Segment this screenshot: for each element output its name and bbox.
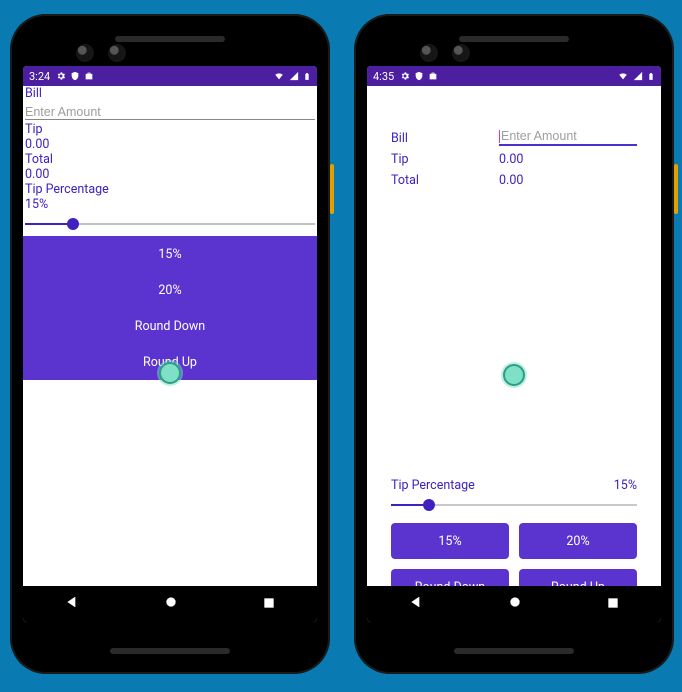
status-clock: 3:24	[29, 70, 50, 83]
shield-icon	[414, 71, 424, 81]
tip-label: Tip	[391, 152, 499, 167]
tip-slider[interactable]	[391, 497, 637, 513]
status-bar: 4:35	[367, 66, 661, 86]
slider-thumb[interactable]	[67, 218, 79, 230]
total-value: 0.00	[23, 167, 317, 182]
wifi-icon	[273, 71, 285, 81]
tip-percentage-label: Tip Percentage	[23, 182, 317, 197]
back-icon[interactable]	[408, 594, 424, 614]
wifi-icon	[617, 71, 629, 81]
button-round-up[interactable]: Round Up	[519, 569, 637, 586]
signal-icon	[289, 71, 299, 81]
button-stack: 15% 20% Round Down Round Up	[23, 236, 317, 380]
bill-label: Bill	[391, 131, 499, 146]
battery-icon	[647, 71, 655, 82]
bill-input[interactable]	[499, 129, 637, 144]
text-cursor-icon	[499, 130, 500, 143]
gear-icon	[400, 71, 410, 81]
bill-input-line[interactable]	[25, 101, 315, 120]
earpiece	[115, 36, 225, 42]
button-15pct[interactable]: 15%	[391, 523, 509, 559]
button-20pct[interactable]: 20%	[23, 272, 317, 308]
home-icon[interactable]	[507, 594, 523, 614]
button-20pct[interactable]: 20%	[519, 523, 637, 559]
battery-icon	[303, 71, 311, 82]
button-round-down[interactable]: Round Down	[391, 569, 509, 586]
button-round-down[interactable]: Round Down	[23, 308, 317, 344]
bill-input[interactable]	[25, 105, 315, 119]
status-bar: 3:24	[23, 66, 317, 86]
phone-frame-right: 4:35 Bill	[354, 14, 674, 674]
chin-bar	[454, 648, 574, 654]
gear-icon	[56, 71, 66, 81]
tip-slider[interactable]	[25, 216, 315, 232]
briefcase-icon	[428, 71, 438, 81]
tip-percentage-label: Tip Percentage	[391, 478, 475, 493]
tip-value: 0.00	[499, 152, 523, 167]
signal-icon	[633, 71, 643, 81]
back-icon[interactable]	[64, 594, 80, 614]
button-15pct[interactable]: 15%	[23, 236, 317, 272]
total-label: Total	[23, 152, 317, 167]
home-icon[interactable]	[163, 594, 179, 614]
phone-frame-left: 3:24 Bill Tip	[10, 14, 330, 674]
tip-value: 0.00	[23, 137, 317, 152]
tip-percentage-value: 15%	[614, 478, 637, 493]
overview-icon[interactable]	[606, 595, 620, 614]
briefcase-icon	[84, 71, 94, 81]
total-label: Total	[391, 173, 499, 188]
overview-icon[interactable]	[262, 595, 276, 614]
bill-input-line[interactable]	[499, 126, 637, 146]
total-value: 0.00	[499, 173, 523, 188]
slider-thumb[interactable]	[423, 499, 435, 511]
nav-bar	[23, 586, 317, 622]
chin-bar	[110, 648, 230, 654]
touch-indicator-icon	[505, 366, 523, 384]
button-grid: 15% 20% Round Down Round Up	[391, 523, 637, 586]
nav-bar	[367, 586, 661, 622]
status-clock: 4:35	[373, 70, 394, 83]
tip-label: Tip	[23, 122, 317, 137]
bill-label: Bill	[23, 86, 317, 101]
tip-percentage-value: 15%	[23, 197, 317, 212]
earpiece	[459, 36, 569, 42]
touch-indicator-icon	[161, 364, 179, 382]
shield-icon	[70, 71, 80, 81]
front-cameras	[420, 44, 470, 62]
front-cameras	[76, 44, 126, 62]
